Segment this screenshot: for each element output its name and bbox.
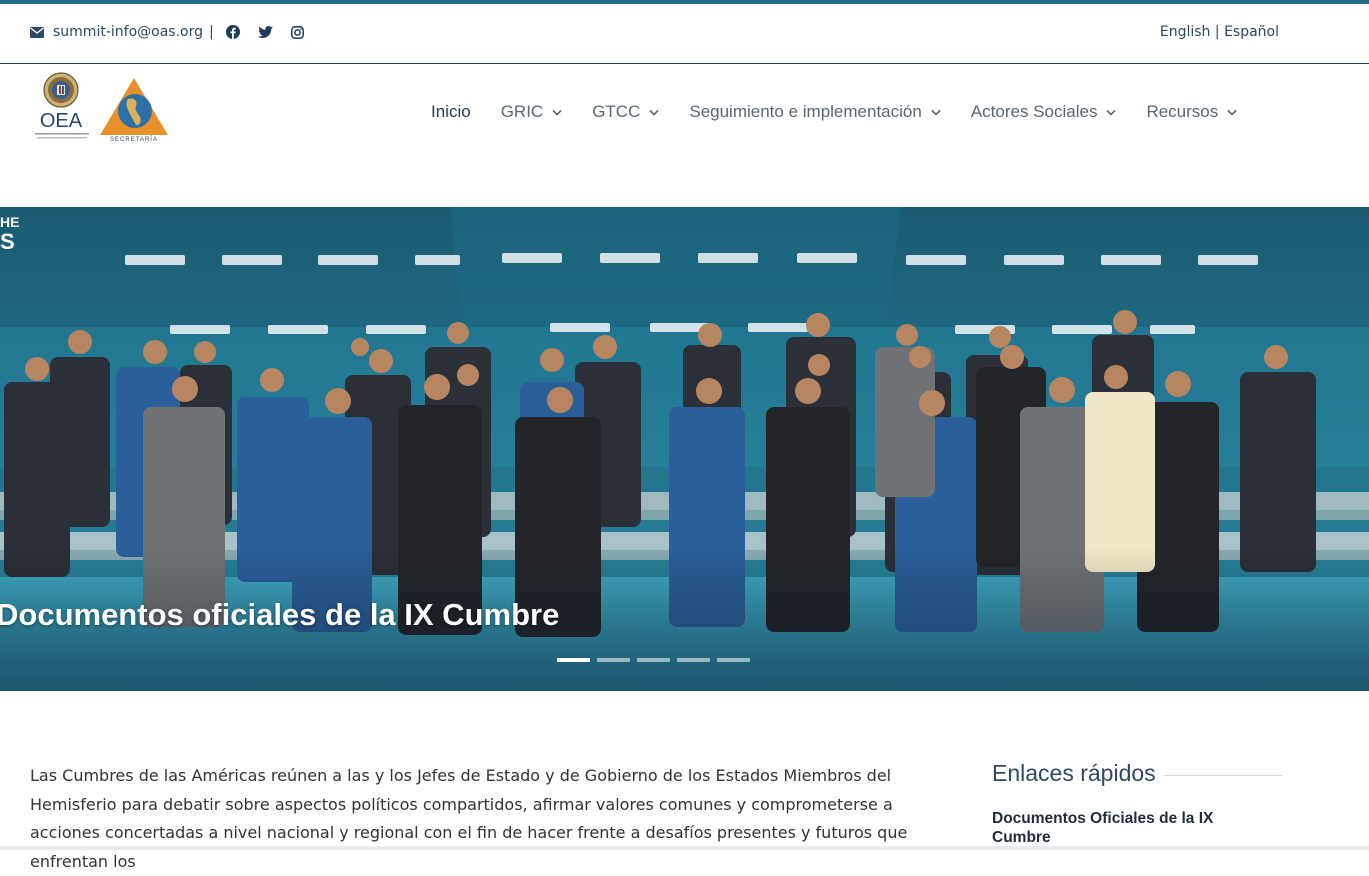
top-bar: summit-info@oas.org | English | Español	[0, 4, 1369, 64]
chevron-down-icon	[649, 109, 659, 116]
svg-text:OEA: OEA	[40, 110, 83, 132]
chevron-down-icon	[1106, 109, 1117, 116]
nav-item-gtcc[interactable]: GTCC	[592, 102, 659, 122]
nav-label: GTCC	[592, 102, 641, 121]
slide-indicator-4[interactable]	[677, 658, 710, 662]
nav-label: Actores Sociales	[970, 102, 1098, 121]
nav-label: Seguimiento e implementación	[689, 102, 922, 121]
quick-links-title: Enlaces rápidos	[992, 760, 1156, 786]
social-links	[225, 25, 304, 39]
slide-indicator-2[interactable]	[597, 658, 630, 662]
nav-label: GRIC	[500, 102, 544, 121]
slider-indicators	[557, 658, 750, 662]
slide-indicator-1[interactable]	[557, 658, 590, 662]
language-switcher: English | Español	[1160, 24, 1279, 40]
chevron-down-icon	[1227, 109, 1237, 116]
main-header: OEA SECRETARÍA Inicio GRIC GTCC Seguimie…	[0, 65, 1369, 160]
nav-item-inicio[interactable]: Inicio	[431, 102, 471, 122]
lang-separator: |	[1214, 24, 1220, 40]
instagram-icon[interactable]	[290, 25, 304, 39]
envelope-icon	[30, 26, 44, 38]
twitter-icon[interactable]	[257, 26, 273, 38]
contact-separator: |	[208, 24, 214, 40]
chevron-down-icon	[552, 109, 562, 116]
slide-indicator-3[interactable]	[637, 658, 670, 662]
hero-slider[interactable]: HE S Documentos oficiales de la IX Cumbr…	[0, 207, 1369, 691]
quick-links-header: Enlaces rápidos	[992, 760, 1282, 787]
nav-item-actores-sociales[interactable]: Actores Sociales	[971, 102, 1117, 122]
chevron-down-icon	[931, 109, 941, 116]
slide-indicator-5[interactable]	[717, 658, 750, 662]
oea-logo[interactable]: OEA	[32, 71, 92, 145]
quick-links-divider	[1163, 775, 1282, 776]
facebook-icon[interactable]	[225, 25, 240, 39]
hero-title[interactable]: Documentos oficiales de la IX Cumbre	[0, 597, 559, 633]
lang-english-link[interactable]: English	[1160, 24, 1211, 40]
nav-label: Recursos	[1146, 102, 1219, 121]
bottom-edge	[0, 846, 1369, 850]
main-nav: Inicio GRIC GTCC Seguimiento e implement…	[431, 102, 1267, 122]
quick-links-panel: Enlaces rápidos Documentos Oficiales de …	[992, 760, 1282, 847]
lang-spanish-link[interactable]: Español	[1224, 24, 1279, 40]
contact-info: summit-info@oas.org |	[30, 24, 304, 40]
nav-label: Inicio	[431, 102, 471, 121]
nav-item-seguimiento[interactable]: Seguimiento e implementación	[689, 102, 941, 122]
quick-link-item[interactable]: Documentos Oficiales de la IX Cumbre	[992, 809, 1252, 847]
cumbres-logo[interactable]: SECRETARÍA	[98, 75, 170, 143]
svg-text:SECRETARÍA: SECRETARÍA	[110, 136, 158, 143]
svg-text:HE: HE	[0, 214, 19, 230]
nav-item-gric[interactable]: GRIC	[501, 102, 563, 122]
intro-paragraph: Las Cumbres de las Américas reúnen a las…	[30, 766, 908, 871]
contact-email-link[interactable]: summit-info@oas.org	[53, 24, 203, 40]
svg-text:S: S	[0, 229, 15, 254]
nav-item-recursos[interactable]: Recursos	[1146, 102, 1237, 122]
